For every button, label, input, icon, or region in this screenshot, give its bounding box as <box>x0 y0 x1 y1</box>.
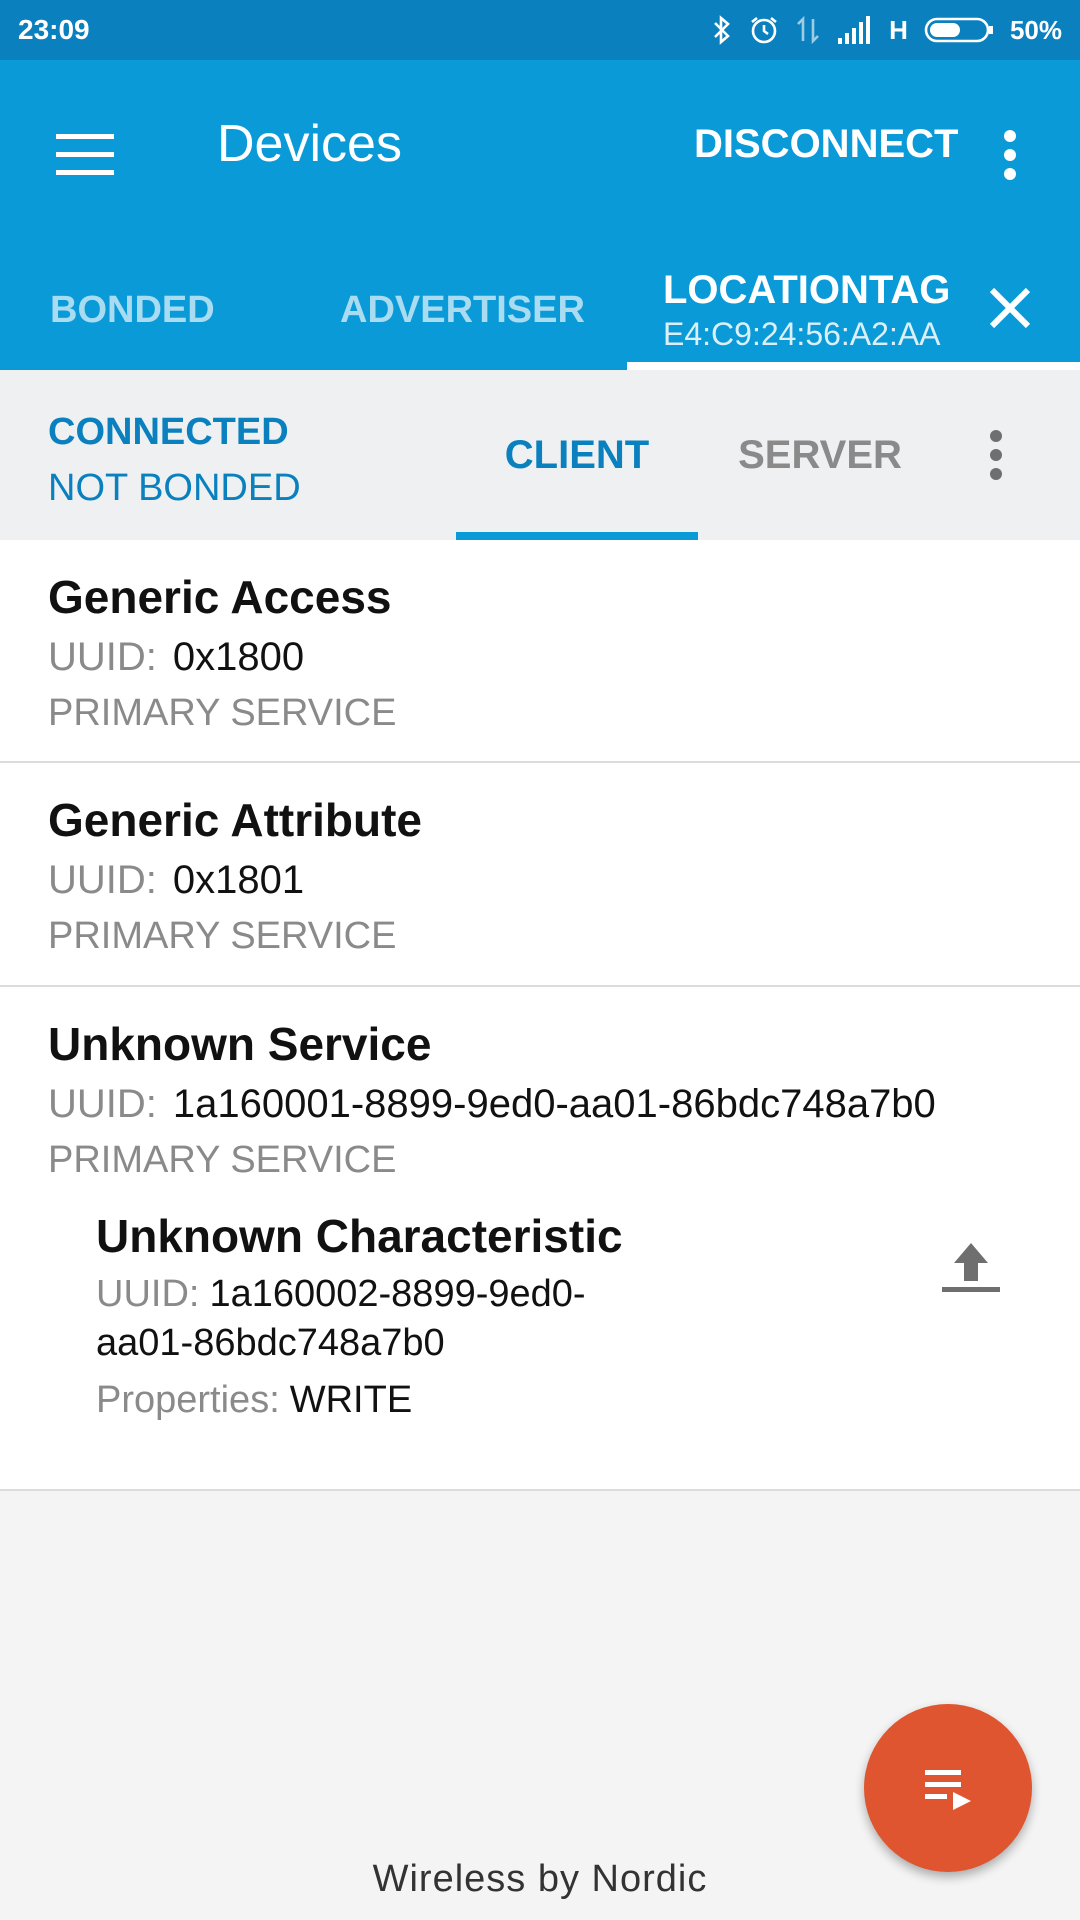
service-uuid-row: UUID: 1a160001-8899-9ed0-aa01-86bdc748a7b… <box>48 1076 1032 1132</box>
page-title: Devices <box>217 115 402 173</box>
battery-percent: 50% <box>1009 14 1062 45</box>
connection-bar: CONNECTED NOT BONDED CLIENT SERVER <box>0 370 1080 540</box>
service-type: PRIMARY SERVICE <box>48 915 397 958</box>
service-uuid: 0x1800 <box>172 635 305 680</box>
services-list: Generic Access UUID: 0x1800 PRIMARY SERVI… <box>0 540 1080 1491</box>
characteristic-properties: WRITE <box>289 1379 413 1422</box>
menu-button[interactable] <box>40 115 130 195</box>
service-uuid: 1a160001-8899-9ed0-aa01-86bdc748a7b0 <box>172 1082 936 1127</box>
signal-icon <box>837 16 873 44</box>
service-name: Generic Access <box>48 571 392 623</box>
service-name: Unknown Service <box>48 1018 432 1070</box>
uuid-label: UUID: <box>96 1273 200 1316</box>
uuid-label: UUID: <box>48 635 157 680</box>
bluetooth-icon <box>711 15 733 45</box>
connection-status: CONNECTED <box>48 411 289 453</box>
hamburger-icon <box>56 134 114 175</box>
service-name: Generic Attribute <box>48 794 423 846</box>
write-value-button[interactable] <box>924 1220 1018 1314</box>
device-name: LOCATIONTAG <box>663 267 951 312</box>
characteristic-properties-row: Properties: WRITE <box>96 1379 996 1422</box>
service-uuid: 0x1801 <box>172 858 305 903</box>
device-mac: E4:C9:24:56:A2:AA <box>663 315 941 352</box>
close-tab-button[interactable] <box>982 280 1038 336</box>
more-vertical-icon <box>990 430 1002 480</box>
device-tabs: BONDED ADVERTISER LOCATIONTAG E4:C9:24:5… <box>0 250 1080 370</box>
upload-icon <box>942 1243 1000 1292</box>
overflow-menu-button[interactable] <box>985 115 1035 195</box>
uuid-label: UUID: <box>48 858 157 903</box>
uuid-label: UUID: <box>48 1082 157 1127</box>
more-vertical-icon <box>1004 130 1016 180</box>
service-uuid-row: UUID: 0x1801 <box>48 852 1032 908</box>
status-icons: H 50% <box>711 15 1062 46</box>
service-type: PRIMARY SERVICE <box>48 692 397 735</box>
alarm-icon <box>749 15 779 45</box>
tab-indicator <box>627 362 1080 370</box>
tab-bonded[interactable]: BONDED <box>50 250 215 370</box>
characteristic-item[interactable]: Unknown Characteristic UUID: 1a160002-889… <box>96 1209 996 1422</box>
service-item[interactable]: Generic Access UUID: 0x1800 PRIMARY SERVI… <box>0 540 1080 763</box>
log-fab-button[interactable] <box>864 1704 1032 1872</box>
playlist-play-icon <box>925 1770 971 1810</box>
app-bar: Devices DISCONNECT BONDED ADVERTISER LOC… <box>0 60 1080 370</box>
battery-icon <box>924 16 994 44</box>
service-item[interactable]: Unknown Service UUID: 1a160001-8899-9ed0-… <box>0 987 1080 1491</box>
service-type: PRIMARY SERVICE <box>48 1139 397 1182</box>
characteristic-uuid-row: UUID: 1a160002-8899-9ed0-aa01-86bdc748a7b… <box>96 1270 656 1367</box>
disconnect-button[interactable]: DISCONNECT <box>694 120 958 168</box>
bond-status: NOT BONDED <box>48 467 301 509</box>
service-item[interactable]: Generic Attribute UUID: 0x1801 PRIMARY SE… <box>0 763 1080 987</box>
tab-client[interactable]: CLIENT <box>456 370 698 540</box>
connection-overflow-button[interactable] <box>978 415 1014 495</box>
subtab-indicator <box>456 532 698 540</box>
close-icon <box>989 287 1031 329</box>
service-uuid-row: UUID: 0x1800 <box>48 629 1032 685</box>
data-transfer-icon <box>795 15 821 45</box>
status-time: 23:09 <box>18 14 90 45</box>
status-bar: 23:09 H 50% <box>0 0 1080 60</box>
device-tab-text: LOCATIONTAG E4:C9:24:56:A2:AA <box>663 268 950 353</box>
properties-label: Properties: <box>96 1379 280 1422</box>
characteristic-name: Unknown Characteristic <box>96 1210 623 1262</box>
tab-server[interactable]: SERVER <box>700 370 940 540</box>
tab-device[interactable]: LOCATIONTAG E4:C9:24:56:A2:AA <box>627 250 1080 370</box>
tab-advertiser[interactable]: ADVERTISER <box>340 250 585 370</box>
network-type: H <box>889 14 908 45</box>
